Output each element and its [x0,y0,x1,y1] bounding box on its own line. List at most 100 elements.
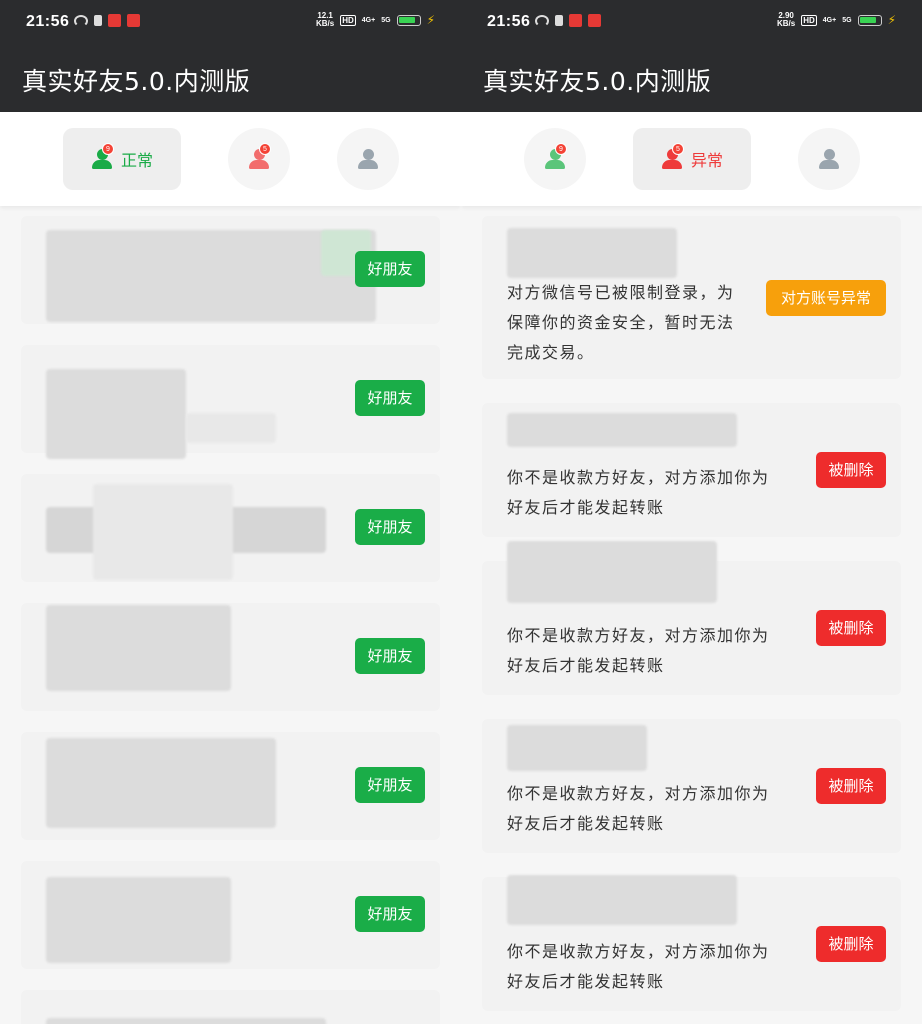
battery-icon [396,14,421,26]
abnormal-count-badge: 5 [671,143,684,155]
status-bar: 21:56 2.90 KB/s HD 4G+ 5G ⚡ [461,0,922,44]
tab-abnormal[interactable]: 5 异常 [633,128,751,190]
avatar [507,875,737,925]
avatar [93,484,233,580]
status-message: 你不是收款方好友，对方添加你为 好友后才能发起转账 [507,463,770,523]
list-item[interactable]: 你不是收款方好友，对方添加你为 好友后才能发起转账 被删除 [482,541,901,695]
hotspot-icon [74,14,88,27]
normal-friends-icon: 9 [91,143,114,170]
signal-5g-icon: 5G [381,16,391,24]
avatar [507,228,677,278]
page-title: 真实好友5.0.内测版 [483,67,712,96]
screen-abnormal: 21:56 2.90 KB/s HD 4G+ 5G ⚡ 真实好友5.0.内测版 9 [461,0,922,1024]
tab-bar: 9 5 异常 [461,112,922,206]
signal-5g-icon: 5G [842,16,852,24]
tab-normal[interactable]: 9 [524,128,586,190]
good-friend-button[interactable]: 好朋友 [355,638,425,674]
deleted-button[interactable]: 被删除 [816,768,886,804]
account-abnormal-button[interactable]: 对方账号异常 [766,280,886,316]
status-message-line: 你不是收款方好友，对方添加你为 [507,784,770,803]
status-message-line: 对方微信号已被限制登录，为 [507,283,735,302]
good-friend-button[interactable]: 好朋友 [355,251,425,287]
status-message: 你不是收款方好友，对方添加你为 好友后才能发起转账 [507,621,770,681]
signal-4g-icon: 4G+ [361,16,376,24]
lock-icon [555,15,563,26]
tab-all[interactable] [337,128,399,190]
status-message-line: 保障你的资金安全，暂时无法 [507,313,735,332]
tab-bar: 9 正常 5 [0,112,461,206]
normal-friends-icon: 9 [544,143,567,170]
good-friend-button[interactable]: 好朋友 [355,896,425,932]
battery-icon [857,14,882,26]
abnormal-count-badge: 5 [259,143,271,155]
screen-normal: 21:56 12.1 KB/s HD 4G+ 5G ⚡ 真实好友5.0.内测版 9… [0,0,461,1024]
tab-normal-label: 正常 [120,151,153,170]
deleted-button[interactable]: 被删除 [816,452,886,488]
list-item[interactable]: 你不是收款方好友，对方添加你为 好友后才能发起转账 被删除 [482,875,901,1011]
avatar [46,738,276,828]
app-notification-icon [588,14,601,27]
status-message: 你不是收款方好友，对方添加你为 好友后才能发起转账 [507,779,770,839]
avatar [46,877,231,963]
network-speed: 2.90 KB/s [776,11,796,28]
app-notification-icon [127,14,140,27]
tab-abnormal-label: 异常 [690,151,723,170]
app-bar: 真实好友5.0.内测版 [461,44,922,112]
list-item[interactable]: 好朋友 [21,861,440,969]
status-message-line: 好友后才能发起转账 [507,656,665,675]
list-item[interactable]: 对方微信号已被限制登录，为 保障你的资金安全，暂时无法 完成交易。 对方账号异常 [482,216,901,379]
avatar [507,541,717,603]
list-item[interactable]: 你不是收款方好友，对方添加你为 好友后才能发起转账 被删除 [482,719,901,853]
normal-count-badge: 9 [555,143,567,155]
contact-name [507,413,737,447]
status-time: 21:56 [26,13,70,30]
status-time: 21:56 [487,13,531,30]
status-message-line: 你不是收款方好友，对方添加你为 [507,468,770,487]
list-item[interactable]: 好朋友 [21,603,440,711]
abnormal-friends-icon: 5 [661,143,684,170]
all-friends-icon [357,148,379,170]
list-item[interactable]: 好朋友 [21,732,440,840]
app-notification-icon [108,14,121,27]
avatar [46,605,231,691]
good-friend-button[interactable]: 好朋友 [355,380,425,416]
deleted-button[interactable]: 被删除 [816,926,886,962]
tab-all[interactable] [798,128,860,190]
list-item[interactable]: 好朋友 [21,474,440,582]
list-item[interactable]: 好朋友 [21,345,440,459]
status-message: 对方微信号已被限制登录，为 保障你的资金安全，暂时无法 完成交易。 [507,278,735,368]
contact-name [186,413,276,443]
avatar [46,369,186,459]
hd-icon: HD [340,14,356,26]
status-message-line: 好友后才能发起转账 [507,972,665,991]
good-friend-button[interactable]: 好朋友 [355,509,425,545]
normal-count-badge: 9 [101,143,114,155]
list-item[interactable]: 好朋友 [21,216,440,324]
status-message-line: 好友后才能发起转账 [507,498,665,517]
network-speed: 12.1 KB/s [315,11,335,28]
status-bar: 21:56 12.1 KB/s HD 4G+ 5G ⚡ [0,0,461,44]
lock-icon [94,15,102,26]
tab-normal[interactable]: 9 正常 [63,128,181,190]
page-title: 真实好友5.0.内测版 [22,67,251,96]
status-message: 你不是收款方好友，对方添加你为 好友后才能发起转账 [507,937,770,997]
status-message-line: 好友后才能发起转账 [507,814,665,833]
signal-4g-icon: 4G+ [822,16,837,24]
good-friend-button[interactable]: 好朋友 [355,767,425,803]
charging-icon: ⚡ [426,13,435,27]
hd-icon: HD [801,14,817,26]
deleted-button[interactable]: 被删除 [816,610,886,646]
tab-abnormal[interactable]: 5 [228,128,290,190]
status-message-line: 你不是收款方好友，对方添加你为 [507,626,770,645]
hotspot-icon [535,14,549,27]
all-friends-icon [818,148,840,170]
list-item[interactable] [21,990,440,1024]
avatar [46,1018,326,1024]
list-item[interactable]: 你不是收款方好友，对方添加你为 好友后才能发起转账 被删除 [482,403,901,537]
avatar [507,725,647,771]
app-bar: 真实好友5.0.内测版 [0,44,461,112]
app-notification-icon [569,14,582,27]
abnormal-friends-icon: 5 [248,143,271,170]
status-message-line: 你不是收款方好友，对方添加你为 [507,942,770,961]
charging-icon: ⚡ [887,13,896,27]
